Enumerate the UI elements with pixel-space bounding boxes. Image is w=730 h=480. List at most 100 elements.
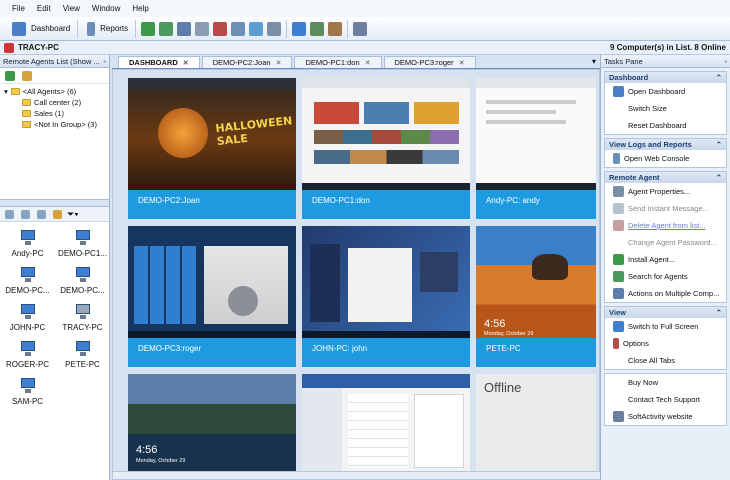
thumbnail-label: PETE-PC	[486, 344, 521, 353]
thumbnail-label: DEMO-PC2:Joan	[138, 196, 200, 205]
collapse-icon[interactable]: ⌃	[716, 308, 722, 317]
computer-item[interactable]: ROGER-PC	[0, 341, 55, 369]
screen-thumbnail[interactable]	[302, 374, 470, 474]
agent-message-icon[interactable]	[195, 21, 210, 36]
menu-window[interactable]: Window	[86, 4, 126, 13]
screen-thumbnail[interactable]: DEMO-PC3:roger	[128, 226, 296, 367]
task-multiple-actions[interactable]: Actions on Multiple Comp...	[605, 285, 726, 302]
monitor-icon[interactable]	[292, 21, 307, 36]
collapse-icon[interactable]: ⌃	[716, 73, 722, 82]
tree-item-not-in-group[interactable]: <Not In Group> (3)	[4, 119, 109, 130]
menu-help[interactable]: Help	[126, 4, 154, 13]
screen-image	[476, 78, 596, 190]
task-options[interactable]: Options	[605, 335, 726, 352]
task-contact-support[interactable]: Contact Tech Support	[605, 391, 726, 408]
computer-item[interactable]: DEMO-PC1...	[55, 230, 110, 258]
tab-demo-pc3[interactable]: DEMO-PC3:roger ✕	[383, 56, 476, 68]
task-open-web-console[interactable]: Open Web Console	[605, 150, 726, 167]
task-send-message[interactable]: Send Instant Message...	[605, 200, 726, 217]
reports-button[interactable]: Reports	[81, 19, 132, 39]
group-header[interactable]: Remote Agent ⌃	[605, 172, 726, 183]
tab-demo-pc2[interactable]: DEMO-PC2:Joan ✕	[201, 56, 293, 68]
pin-icon[interactable]: ▫	[724, 57, 727, 66]
tree-toolbar	[0, 68, 109, 84]
screen-thumbnail[interactable]: DEMO-PC1:don	[302, 78, 470, 219]
agent-chat-icon[interactable]	[249, 21, 264, 36]
computer-item[interactable]: JOHN-PC	[0, 304, 55, 332]
collapse-icon[interactable]: ▾	[4, 87, 8, 96]
message-icon	[613, 203, 624, 214]
view-large-icon[interactable]	[5, 209, 14, 219]
task-switch-size[interactable]: Switch Size	[605, 100, 726, 117]
panel-header: Remote Agents List (Show ... ▫	[0, 55, 109, 68]
view-details-icon[interactable]	[37, 209, 46, 219]
close-icon[interactable]: ✕	[459, 59, 465, 67]
horizontal-scrollbar[interactable]	[113, 471, 601, 479]
view-list-icon[interactable]	[21, 209, 30, 219]
computer-icon	[19, 341, 37, 357]
install-icon[interactable]	[353, 21, 368, 36]
lock-date: Monday, October 29	[136, 458, 186, 464]
screen-thumbnail[interactable]: JOHN-PC: john	[302, 226, 470, 367]
task-website[interactable]: SoftActivity website	[605, 408, 726, 425]
agent-copy-icon[interactable]	[231, 21, 246, 36]
pin-icon[interactable]: ▫	[103, 57, 106, 66]
tree-item-call-center[interactable]: Call center (2)	[4, 97, 109, 108]
task-delete-agent[interactable]: Delete Agent from list...	[605, 217, 726, 234]
agent-screen-icon[interactable]	[267, 21, 282, 36]
offline-thumbnail[interactable]: Offline	[476, 374, 596, 474]
task-reset-dashboard[interactable]: Reset Dashboard	[605, 117, 726, 134]
panel-splitter[interactable]	[0, 199, 109, 207]
task-open-dashboard[interactable]: Open Dashboard	[605, 83, 726, 100]
agent-delete-icon[interactable]	[213, 21, 228, 36]
tree-item-all-agents[interactable]: ▾ <All Agents> (6)	[4, 86, 109, 97]
computer-title-bar: TRACY-PC 9 Computer(s) in List. 8 Online	[0, 41, 730, 55]
group-header[interactable]: View Logs and Reports ⌃	[605, 139, 726, 150]
menu-view[interactable]: View	[57, 4, 86, 13]
computer-item[interactable]: SAM-PC	[0, 378, 55, 406]
group-links: Buy Now Contact Tech Support SoftActivit…	[604, 373, 727, 426]
tab-dashboard[interactable]: DASHBOARD ✕	[118, 56, 200, 68]
tab-demo-pc1[interactable]: DEMO-PC1:don ✕	[294, 56, 382, 68]
computer-item[interactable]: Andy-PC	[0, 230, 55, 258]
screen-thumbnail[interactable]: 4:56 Monday, October 29	[128, 374, 296, 474]
computer-item[interactable]: DEMO-PC...	[0, 267, 55, 295]
folder-view-icon[interactable]	[53, 209, 62, 219]
task-agent-properties[interactable]: Agent Properties...	[605, 183, 726, 200]
refresh-icon[interactable]	[5, 70, 15, 81]
website-icon	[613, 411, 624, 422]
computer-label: TRACY-PC	[62, 323, 103, 332]
screen-thumbnail[interactable]: HALLOWEEN SALE DEMO-PC2:Joan	[128, 78, 296, 219]
agent-props-icon[interactable]	[177, 21, 192, 36]
task-install-agent[interactable]: Install Agent...	[605, 251, 726, 268]
menu-edit[interactable]: Edit	[31, 4, 57, 13]
task-search-agents[interactable]: Search for Agents	[605, 268, 726, 285]
tree-item-sales[interactable]: Sales (1)	[4, 108, 109, 119]
agent-add-icon[interactable]	[141, 21, 156, 36]
close-icon[interactable]: ✕	[365, 59, 371, 67]
computer-item[interactable]: PETE-PC	[55, 341, 110, 369]
dashboard-button[interactable]: Dashboard	[6, 19, 74, 39]
collapse-icon[interactable]: ⌃	[716, 140, 722, 149]
reports-button-label: Reports	[100, 24, 129, 33]
close-icon[interactable]: ✕	[276, 59, 282, 67]
screen-thumbnail[interactable]: 4:56 Monday, October 29 PETE-PC	[476, 226, 596, 367]
computer-item[interactable]: DEMO-PC...	[55, 267, 110, 295]
network-icon[interactable]	[310, 21, 325, 36]
tools-icon[interactable]	[328, 21, 343, 36]
collapse-icon[interactable]: ⌃	[716, 173, 722, 182]
task-change-password[interactable]: Change Agent Password...	[605, 234, 726, 251]
agent-search-icon[interactable]	[159, 21, 174, 36]
task-full-screen[interactable]: Switch to Full Screen	[605, 318, 726, 335]
filter-icon[interactable]: ⏷▾	[67, 209, 79, 220]
task-buy-now[interactable]: Buy Now	[605, 374, 726, 391]
group-header[interactable]: Dashboard ⌃	[605, 72, 726, 83]
screen-thumbnail[interactable]: Andy-PC: andy	[476, 78, 596, 219]
group-icon[interactable]	[22, 70, 32, 81]
computer-item[interactable]: TRACY-PC	[55, 304, 110, 332]
close-icon[interactable]: ✕	[183, 59, 189, 67]
task-close-tabs[interactable]: Close All Tabs	[605, 352, 726, 369]
tab-list-icon[interactable]: ▾	[592, 57, 596, 66]
group-header[interactable]: View ⌃	[605, 307, 726, 318]
menu-file[interactable]: File	[6, 4, 31, 13]
